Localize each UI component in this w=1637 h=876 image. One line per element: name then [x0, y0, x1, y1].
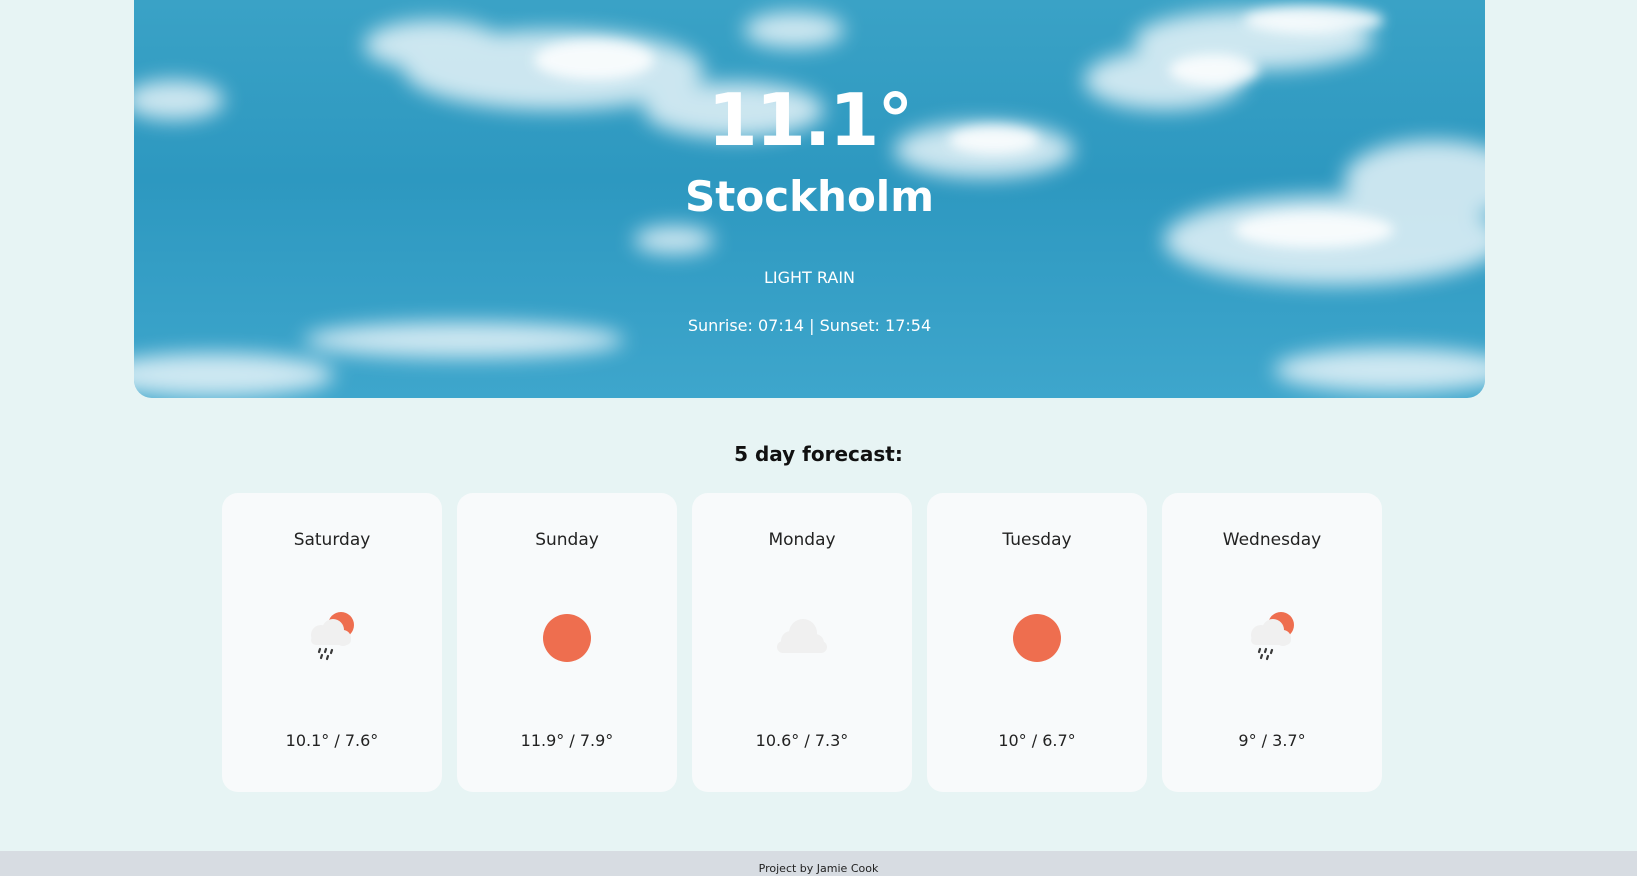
- sun-icon: [543, 614, 591, 662]
- forecast-temps: 11.9° / 7.9°: [520, 731, 614, 750]
- forecast-card: Wednesday 9° / 3.7°: [1162, 493, 1382, 792]
- forecast-day: Monday: [768, 530, 836, 550]
- forecast-temps: 10.1° / 7.6°: [285, 731, 379, 750]
- sun-icon: [1013, 614, 1061, 662]
- rain-sun-icon: [311, 612, 354, 661]
- forecast-card: Tuesday 10° / 6.7°: [927, 493, 1147, 792]
- forecast-card: Sunday 11.9° / 7.9°: [457, 493, 677, 792]
- rain-sun-icon: [1251, 612, 1294, 661]
- forecast-card: Saturday 10.1° / 7.6°: [222, 493, 442, 792]
- city-name: Stockholm: [685, 172, 934, 221]
- forecast-heading: 5 day forecast:: [734, 442, 903, 466]
- forecast-card: Monday 10.6° / 7.3°: [692, 493, 912, 792]
- forecast-day: Saturday: [293, 530, 371, 550]
- forecast-day: Sunday: [535, 530, 599, 550]
- footer: Project by Jamie Cook: [0, 851, 1637, 876]
- sunrise-sunset: Sunrise: 07:14 | Sunset: 17:54: [687, 316, 932, 335]
- weather-description: LIGHT RAIN: [763, 268, 856, 287]
- forecast-day: Tuesday: [1002, 530, 1072, 550]
- forecast-temps: 10.6° / 7.3°: [755, 731, 849, 750]
- forecast-temps: 9° / 3.7°: [1238, 731, 1306, 750]
- forecast-temps: 10° / 6.7°: [998, 731, 1076, 750]
- footer-credit: Project by Jamie Cook: [758, 862, 879, 875]
- current-temperature: 11.1°: [707, 78, 914, 162]
- cloud-icon: [777, 619, 827, 653]
- forecast-cards: Saturday 10.1° / 7.6° Sunday 11.9° / 7.9…: [222, 493, 1382, 792]
- forecast-day: Wednesday: [1222, 530, 1322, 550]
- current-weather-hero: 11.1° Stockholm LIGHT RAIN Sunrise: 07:1…: [134, 0, 1485, 398]
